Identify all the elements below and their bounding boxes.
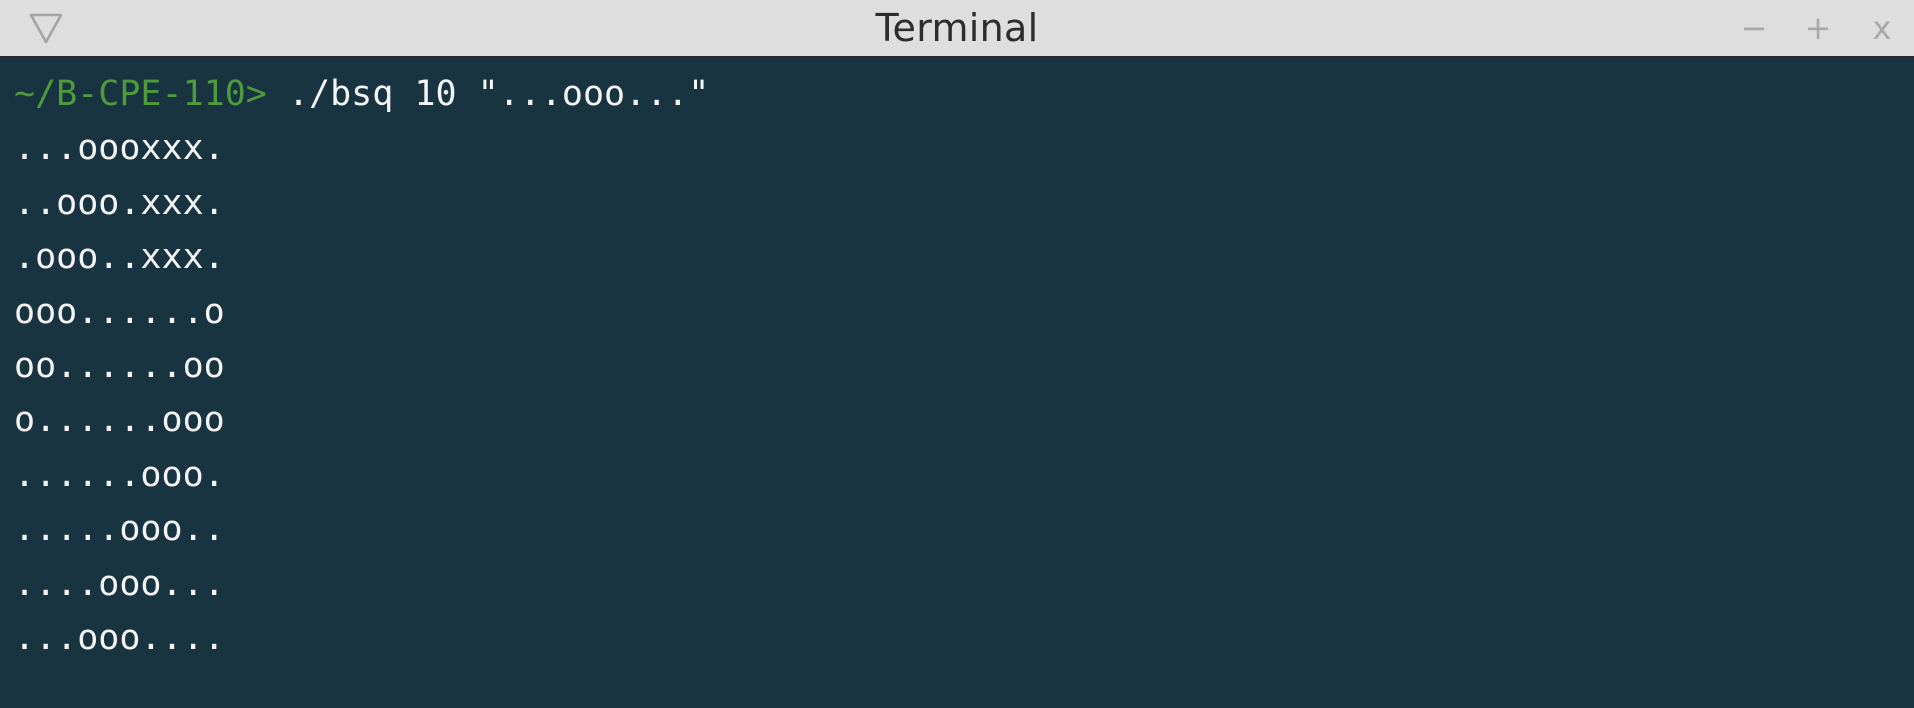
close-button[interactable]: x	[1850, 0, 1914, 56]
output-line: ...oooxxx.	[14, 128, 225, 169]
window-controls: − + x	[1722, 0, 1914, 56]
window-title: Terminal	[875, 6, 1039, 50]
output-line: o......ooo	[14, 400, 225, 441]
output-line: .ooo..xxx.	[14, 237, 225, 278]
output-line: ooo......o	[14, 291, 225, 332]
output-line: ...ooo....	[14, 617, 225, 658]
output-line: ....ooo...	[14, 563, 225, 604]
minimize-button[interactable]: −	[1722, 0, 1786, 56]
shell-prompt: ~/B-CPE-110>	[14, 74, 267, 114]
maximize-button[interactable]: +	[1786, 0, 1850, 56]
output-line: oo......oo	[14, 345, 225, 386]
output-line: ..ooo.xxx.	[14, 182, 225, 223]
output-line: .....ooo..	[14, 509, 225, 550]
terminal-output[interactable]: ~/B-CPE-110> ./bsq 10 "...ooo..." ...ooo…	[0, 57, 1914, 708]
output-line: ......ooo.	[14, 454, 225, 495]
command-line: ~/B-CPE-110> ./bsq 10 "...ooo..."	[14, 67, 1914, 121]
title-bar[interactable]: Terminal − + x	[0, 0, 1914, 57]
terminal-window: Terminal − + x ~/B-CPE-110> ./bsq 10 "..…	[0, 0, 1914, 708]
command-text: ./bsq 10 "...ooo..."	[266, 74, 710, 114]
